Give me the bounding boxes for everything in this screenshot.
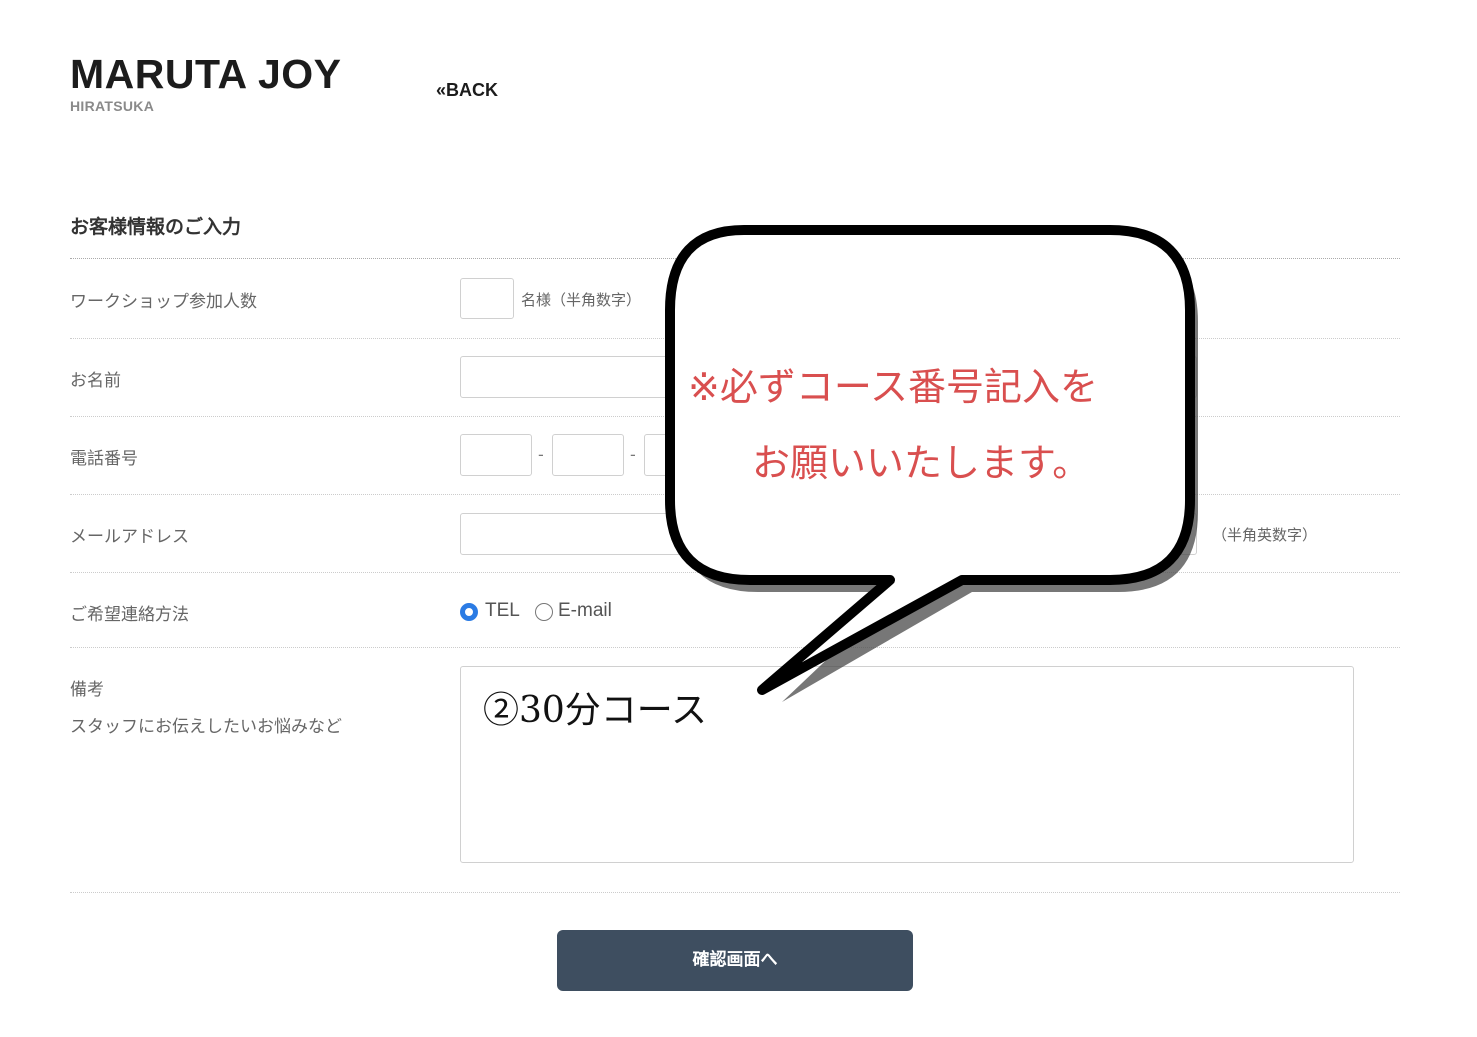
speech-bubble xyxy=(665,225,1198,702)
annotation-line-2: お願いいたします。 xyxy=(752,441,1091,485)
annotation-line-1: ※必ずコース番号記入を xyxy=(688,365,1098,409)
